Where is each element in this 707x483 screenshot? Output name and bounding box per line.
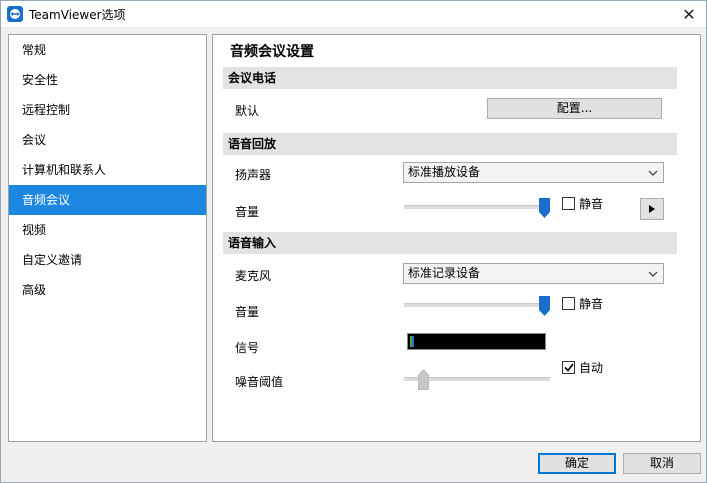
sidebar-item-security[interactable]: 安全性 [9, 65, 206, 95]
input-mute-checkbox[interactable]: 静音 [562, 295, 603, 312]
sidebar-item-video[interactable]: 视频 [9, 215, 206, 245]
close-icon: ✕ [682, 4, 696, 24]
check-icon [563, 363, 574, 372]
window-title: TeamViewer选项 [29, 8, 126, 22]
mic-label: 麦克风 [235, 269, 272, 283]
sidebar-item-advanced[interactable]: 高级 [9, 275, 206, 305]
main-panel: 音频会议设置 会议电话 默认 配置... 语音回放 扬声器 标准播放设备 音量 … [212, 34, 701, 442]
slider-thumb[interactable] [417, 369, 430, 391]
section-header-voice-input: 语音输入 [223, 232, 677, 254]
sidebar-item-audio-conference[interactable]: 音频会议 [9, 185, 206, 215]
mic-select-value: 标准记录设备 [408, 266, 481, 280]
signal-label: 信号 [235, 341, 260, 355]
sidebar-item-custom-invitation[interactable]: 自定义邀请 [9, 245, 206, 275]
sidebar-item-remote-control[interactable]: 远程控制 [9, 95, 206, 125]
slider-thumb[interactable] [539, 296, 550, 316]
close-button[interactable]: ✕ [672, 1, 706, 27]
slider-track [404, 205, 550, 209]
section-header-voice-playback: 语音回放 [223, 133, 677, 155]
chevron-down-icon [648, 264, 658, 283]
section-header-conference-call: 会议电话 [223, 67, 677, 89]
play-icon [649, 205, 655, 213]
default-label: 默认 [235, 104, 260, 118]
options-window: TeamViewer选项 ✕ 常规 安全性 远程控制 会议 计算机和联系人 音频… [0, 0, 707, 483]
input-volume-slider[interactable] [404, 296, 550, 316]
playback-volume-slider[interactable] [404, 198, 550, 218]
auto-noise-box[interactable] [562, 361, 575, 374]
sidebar-item-general[interactable]: 常规 [9, 35, 206, 65]
sidebar-item-meeting[interactable]: 会议 [9, 125, 206, 155]
noise-threshold-slider[interactable] [404, 369, 550, 391]
auto-noise-checkbox[interactable]: 自动 [562, 359, 603, 376]
sidebar-item-computers-contacts[interactable]: 计算机和联系人 [9, 155, 206, 185]
mic-select[interactable]: 标准记录设备 [403, 263, 664, 284]
cancel-button[interactable]: 取消 [623, 453, 701, 474]
slider-thumb[interactable] [539, 198, 550, 218]
page-title: 音频会议设置 [230, 44, 314, 60]
chevron-down-icon [648, 163, 658, 182]
slider-track [404, 303, 550, 307]
playback-mute-box[interactable] [562, 197, 575, 210]
input-mute-label: 静音 [579, 297, 604, 311]
playback-mute-checkbox[interactable]: 静音 [562, 195, 603, 212]
signal-meter [407, 333, 546, 350]
noise-threshold-label: 噪音阈值 [235, 375, 284, 389]
sidebar: 常规 安全性 远程控制 会议 计算机和联系人 音频会议 视频 自定义邀请 高级 [8, 34, 207, 442]
teamviewer-icon [7, 6, 23, 22]
playback-mute-label: 静音 [579, 197, 604, 211]
configure-button[interactable]: 配置... [487, 98, 662, 119]
speaker-label: 扬声器 [235, 168, 272, 182]
auto-noise-label: 自动 [579, 361, 604, 375]
speaker-select-value: 标准播放设备 [408, 165, 481, 179]
title-bar: TeamViewer选项 ✕ [1, 1, 706, 27]
signal-level-bar [410, 336, 414, 347]
ok-button[interactable]: 确定 [538, 453, 616, 474]
play-test-button[interactable] [640, 198, 664, 220]
playback-volume-label: 音量 [235, 205, 260, 219]
input-volume-label: 音量 [235, 305, 260, 319]
input-mute-box[interactable] [562, 297, 575, 310]
speaker-select[interactable]: 标准播放设备 [403, 162, 664, 183]
